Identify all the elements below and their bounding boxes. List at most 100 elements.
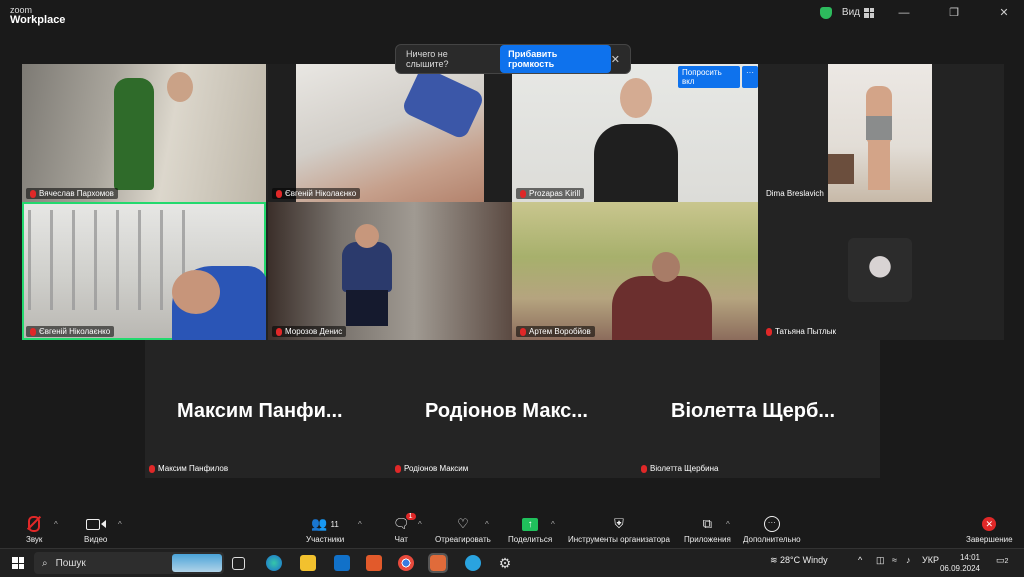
name-only-tiles: Максим Панфи... Родіонов Макс... Віолетт… bbox=[145, 340, 880, 478]
share-screen-button[interactable]: ↑ Поделиться bbox=[508, 516, 552, 544]
share-arrow-icon: ↑ bbox=[522, 516, 539, 532]
settings-gear-icon[interactable]: ⚙ bbox=[497, 555, 513, 571]
react-button[interactable]: ♡ Отреагировать bbox=[435, 516, 491, 544]
chat-options-chevron-icon[interactable]: ^ bbox=[418, 520, 422, 529]
participants-options-chevron-icon[interactable]: ^ bbox=[358, 520, 362, 529]
app-icon[interactable] bbox=[366, 555, 382, 571]
apps-button[interactable]: ⧉ Приложения bbox=[684, 516, 731, 544]
participants-button[interactable]: 👥 11 Участники bbox=[306, 516, 344, 544]
chat-label: Чат bbox=[394, 535, 408, 544]
ask-to-unmute-button[interactable]: Попросить вкл bbox=[678, 66, 740, 88]
share-options-chevron-icon[interactable]: ^ bbox=[551, 520, 555, 529]
restore-button[interactable]: ❐ bbox=[934, 6, 974, 19]
increase-volume-button[interactable]: Прибавить громкость bbox=[500, 45, 611, 73]
notice-text: Ничего не слышите? bbox=[406, 49, 449, 69]
tile-name-label: Вячеслав Пархомов bbox=[26, 188, 118, 199]
audio-label: Звук bbox=[26, 535, 43, 544]
chat-unread-badge: 1 bbox=[405, 513, 416, 520]
telegram-icon[interactable] bbox=[465, 555, 481, 571]
task-view-icon[interactable] bbox=[232, 557, 245, 570]
video-tile[interactable]: Морозов Денис bbox=[268, 202, 512, 340]
chrome-icon[interactable] bbox=[398, 555, 414, 571]
edge-browser-icon[interactable] bbox=[266, 555, 282, 571]
tile-name-label: Dima Breslavich bbox=[766, 189, 824, 198]
end-meeting-button[interactable]: ✕ Завершение bbox=[966, 516, 1013, 544]
windows-taskbar: ⌕ Пошук ⚙ ≋ 28°C Windy ^ ◫ ≈ ♪ УКР 14:01… bbox=[0, 548, 1024, 577]
video-options-chevron-icon[interactable]: ^ bbox=[118, 520, 122, 529]
participants-label: Участники bbox=[306, 535, 345, 544]
clock-time: 14:01 bbox=[959, 553, 980, 562]
close-window-button[interactable]: ✕ bbox=[984, 6, 1024, 19]
view-label: Вид bbox=[841, 7, 860, 18]
participants-icon: 👥 11 bbox=[311, 516, 339, 531]
taskbar-search-box[interactable]: ⌕ Пошук bbox=[34, 552, 224, 574]
host-tools-button[interactable]: ⛨ Инструменты организатора bbox=[568, 516, 670, 544]
weather-widget[interactable]: ≋ 28°C Windy bbox=[770, 555, 828, 566]
mic-muted-icon bbox=[276, 327, 282, 336]
volume-icon[interactable]: ♪ bbox=[906, 555, 911, 565]
apps-label: Приложения bbox=[684, 535, 731, 544]
video-tile[interactable]: Татьяна Пытлык bbox=[758, 202, 1004, 340]
more-dots-icon: ··· bbox=[763, 516, 780, 532]
video-tile[interactable]: Dima Breslavich bbox=[758, 64, 1004, 202]
mic-muted-icon bbox=[766, 327, 772, 336]
video-tile-active-speaker[interactable]: Євгеній Ніколаєнко bbox=[22, 202, 266, 340]
apps-options-chevron-icon[interactable]: ^ bbox=[726, 520, 730, 529]
avatar bbox=[848, 238, 912, 302]
host-tools-label: Инструменты организатора bbox=[568, 535, 670, 544]
tile-name-label: Морозов Денис bbox=[272, 326, 347, 337]
tile-name-label: Євгеній Ніколаєнко bbox=[272, 188, 361, 199]
mic-muted-icon bbox=[30, 327, 36, 336]
react-label: Отреагировать bbox=[435, 535, 491, 544]
video-label: Видео bbox=[84, 535, 108, 544]
security-shield-icon[interactable] bbox=[819, 6, 832, 19]
mic-muted-icon bbox=[641, 464, 647, 473]
language-indicator[interactable]: УКР bbox=[922, 555, 939, 565]
wifi-icon[interactable]: ≈ bbox=[892, 555, 897, 565]
audio-options-chevron-icon[interactable]: ^ bbox=[54, 520, 58, 529]
video-camera-icon bbox=[85, 516, 106, 532]
file-explorer-icon[interactable] bbox=[300, 555, 316, 571]
zoom-logo: zoom Workplace bbox=[10, 5, 65, 26]
taskbar-clock[interactable]: 14:01 06.09.2024 bbox=[940, 552, 980, 574]
mic-muted-icon bbox=[27, 515, 42, 532]
shield-icon: ⛨ bbox=[614, 516, 624, 531]
video-button[interactable]: Видео bbox=[84, 516, 107, 544]
view-button[interactable]: Вид bbox=[842, 7, 874, 18]
participant-display-name[interactable]: Родіонов Макс... bbox=[425, 400, 588, 423]
clock-date: 06.09.2024 bbox=[939, 564, 980, 573]
tile-name-label: Татьяна Пытлык bbox=[762, 326, 840, 337]
end-label: Завершение bbox=[966, 535, 1013, 544]
video-tile[interactable]: Євгеній Ніколаєнко bbox=[268, 64, 512, 202]
notifications-icon[interactable]: ▭2 bbox=[996, 555, 1008, 566]
tile-name-label: Родіонов Максим bbox=[395, 464, 468, 473]
mic-muted-icon bbox=[276, 189, 282, 198]
notification-count: 2 bbox=[1004, 558, 1009, 565]
tile-name-label: Prozapas Kirill bbox=[516, 188, 585, 199]
mic-muted-icon bbox=[520, 189, 526, 198]
react-options-chevron-icon[interactable]: ^ bbox=[485, 520, 489, 529]
outlook-icon[interactable] bbox=[334, 555, 350, 571]
more-label: Дополнительно bbox=[743, 535, 801, 544]
minimize-button[interactable]: — bbox=[884, 7, 924, 19]
search-highlight-illustration bbox=[172, 554, 222, 572]
tile-name-label: Віолетта Щербина bbox=[641, 464, 718, 473]
mic-muted-icon bbox=[149, 464, 155, 473]
audio-notice: Ничего не слышите? Прибавить громкость ✕ bbox=[395, 44, 631, 74]
audio-button[interactable]: Звук bbox=[26, 515, 43, 544]
video-tile[interactable]: Артем Воробйов bbox=[512, 202, 758, 340]
video-gallery: Вячеслав Пархомов Євгеній Ніколаєнко Поп… bbox=[22, 64, 1004, 340]
participant-display-name[interactable]: Максим Панфи... bbox=[177, 400, 343, 423]
tray-chevron-icon[interactable]: ^ bbox=[858, 555, 862, 565]
participant-display-name[interactable]: Віолетта Щерб... bbox=[671, 400, 835, 423]
tile-name-label: Максим Панфилов bbox=[149, 464, 228, 473]
notice-close-button[interactable]: ✕ bbox=[611, 53, 620, 66]
chat-button[interactable]: 🗨 1 Чат bbox=[393, 513, 416, 544]
more-button[interactable]: ··· Дополнительно bbox=[743, 516, 801, 544]
video-tile[interactable]: Попросить вкл ··· Prozapas Kirill bbox=[512, 64, 758, 202]
network-icon[interactable]: ◫ bbox=[876, 555, 885, 566]
tile-more-button[interactable]: ··· bbox=[742, 66, 758, 88]
windows-start-icon[interactable] bbox=[12, 557, 24, 569]
zoom-taskbar-icon[interactable] bbox=[428, 553, 448, 573]
video-tile[interactable]: Вячеслав Пархомов bbox=[22, 64, 266, 202]
